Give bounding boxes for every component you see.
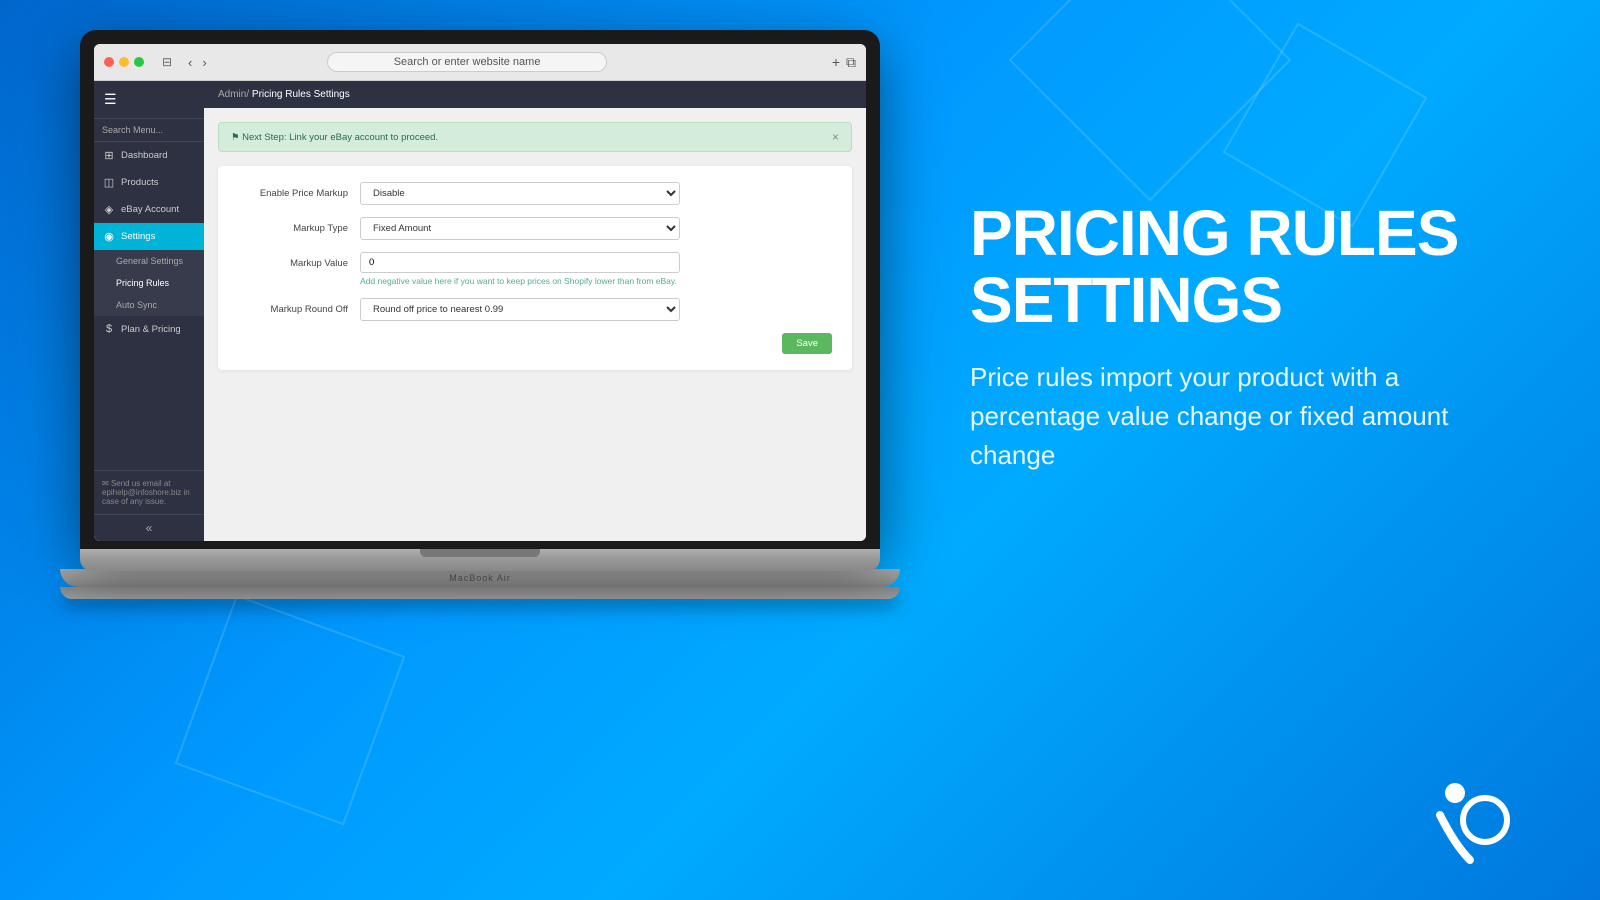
- browser-chrome: ⊟ ‹ › Search or enter website name + ⧉: [94, 44, 866, 81]
- sidebar-footer-text: ✉: [102, 479, 111, 488]
- sidebar-label-products: Products: [121, 177, 159, 188]
- sidebar-sub-pricing-rules[interactable]: Pricing Rules: [94, 272, 204, 294]
- content-area: ⚑ Next Step: Link your eBay account to p…: [204, 108, 866, 384]
- markup-round-off-select[interactable]: Round off price to nearest 0.99 No round…: [360, 298, 680, 321]
- nav-back-button[interactable]: ‹: [184, 53, 196, 72]
- new-tab-button[interactable]: +: [832, 54, 840, 71]
- markup-type-select[interactable]: Fixed Amount Percentage: [360, 217, 680, 240]
- save-button[interactable]: Save: [782, 333, 832, 354]
- promo-subtitle: Price rules import your product with a p…: [970, 358, 1520, 475]
- dashboard-icon: ⊞: [102, 149, 116, 162]
- browser-actions: + ⧉: [832, 54, 856, 71]
- sidebar-sub-auto-sync[interactable]: Auto Sync: [94, 294, 204, 316]
- sidebar-label-dashboard: Dashboard: [121, 150, 167, 161]
- company-logo: [1420, 765, 1520, 865]
- markup-value-row: Markup Value Add negative value here if …: [238, 252, 832, 286]
- products-icon: ◫: [102, 176, 116, 189]
- enable-price-markup-row: Enable Price Markup Disable Enable: [238, 182, 832, 205]
- alert-close-button[interactable]: ×: [832, 130, 839, 144]
- top-bar: Admin/ Pricing Rules Settings: [204, 81, 866, 108]
- promo-title-line2: SETTINGS: [970, 264, 1282, 336]
- main-content: Admin/ Pricing Rules Settings ⚑ Next Ste…: [204, 81, 866, 541]
- traffic-light-yellow[interactable]: [119, 57, 129, 67]
- sidebar-label-settings: Settings: [121, 231, 155, 242]
- enable-price-markup-label: Enable Price Markup: [238, 182, 348, 199]
- markup-value-control: Add negative value here if you want to k…: [360, 252, 680, 286]
- alert-banner: ⚑ Next Step: Link your eBay account to p…: [218, 122, 852, 152]
- breadcrumb: Admin/ Pricing Rules Settings: [218, 89, 350, 100]
- markup-type-label: Markup Type: [238, 217, 348, 234]
- markup-round-off-row: Markup Round Off Round off price to near…: [238, 298, 832, 321]
- settings-icon: ◉: [102, 230, 116, 243]
- screen-inner: ⊟ ‹ › Search or enter website name + ⧉: [94, 44, 866, 541]
- sidebar-sub-general-settings[interactable]: General Settings: [94, 250, 204, 272]
- nav-forward-button[interactable]: ›: [198, 53, 210, 72]
- screen-bezel: ⊟ ‹ › Search or enter website name + ⧉: [80, 30, 880, 549]
- sidebar-label-ebay: eBay Account: [121, 204, 179, 215]
- sidebar-collapse-button[interactable]: «: [94, 514, 204, 541]
- laptop-body: [80, 549, 880, 571]
- markup-type-control: Fixed Amount Percentage: [360, 217, 680, 240]
- form-actions: Save: [238, 333, 832, 354]
- enable-price-markup-select[interactable]: Disable Enable: [360, 182, 680, 205]
- auto-sync-label: Auto Sync: [116, 300, 157, 310]
- sidebar-label-plan: Plan & Pricing: [121, 324, 181, 335]
- sidebar-search-placeholder[interactable]: Search Menu...: [94, 119, 204, 142]
- hamburger-menu[interactable]: ☰: [94, 81, 204, 119]
- general-settings-label: General Settings: [116, 256, 183, 266]
- markup-value-label: Markup Value: [238, 252, 348, 269]
- nav-arrows: ‹ ›: [184, 53, 211, 72]
- ebay-icon: ◈: [102, 203, 116, 216]
- address-bar-text: Search or enter website name: [394, 56, 541, 68]
- sidebar-settings-section: General Settings Pricing Rules Auto Sync: [94, 250, 204, 316]
- pricing-rules-form-card: Enable Price Markup Disable Enable: [218, 166, 852, 370]
- sidebar-footer-message: Send us email at epihelp@infoshore.biz i…: [102, 479, 190, 506]
- collapse-icon: «: [146, 521, 153, 535]
- sidebar-toggle-icon[interactable]: ⊟: [158, 53, 176, 71]
- sidebar-item-settings[interactable]: ◉ Settings: [94, 223, 204, 250]
- sidebar-item-ebay-account[interactable]: ◈ eBay Account: [94, 196, 204, 223]
- breadcrumb-current: Pricing Rules Settings: [252, 89, 350, 100]
- laptop-stand: [60, 587, 900, 599]
- traffic-lights: [104, 57, 144, 67]
- alert-message: ⚑ Next Step: Link your eBay account to p…: [231, 132, 438, 143]
- sidebar-footer: ✉ Send us email at epihelp@infoshore.biz…: [94, 470, 204, 514]
- markup-type-row: Markup Type Fixed Amount Percentage: [238, 217, 832, 240]
- markup-value-input[interactable]: [360, 252, 680, 273]
- duplicate-tab-button[interactable]: ⧉: [846, 54, 856, 71]
- promo-title: PRICING RULES SETTINGS: [970, 200, 1520, 334]
- macbook-frame: ⊟ ‹ › Search or enter website name + ⧉: [80, 30, 880, 571]
- sidebar-item-plan-pricing[interactable]: $ Plan & Pricing: [94, 316, 204, 342]
- breadcrumb-admin: Admin/: [218, 89, 249, 100]
- sidebar-item-dashboard[interactable]: ⊞ Dashboard: [94, 142, 204, 169]
- promo-title-line1: PRICING RULES: [970, 197, 1458, 269]
- laptop-hinge: [420, 549, 540, 557]
- laptop-base: MacBook Air: [60, 569, 900, 587]
- traffic-light-red[interactable]: [104, 57, 114, 67]
- address-bar[interactable]: Search or enter website name: [327, 52, 607, 72]
- laptop-model-label: MacBook Air: [449, 573, 511, 583]
- laptop-wrapper: ⊟ ‹ › Search or enter website name + ⧉: [30, 30, 930, 870]
- enable-price-markup-control: Disable Enable: [360, 182, 680, 205]
- geo-shape-1: [1009, 0, 1292, 201]
- sidebar: ☰ Search Menu... ⊞ Dashboard ◫ Products …: [94, 81, 204, 541]
- pricing-rules-label: Pricing Rules: [116, 278, 169, 288]
- logo-area: [1420, 765, 1520, 870]
- sidebar-item-products[interactable]: ◫ Products: [94, 169, 204, 196]
- markup-round-off-control: Round off price to nearest 0.99 No round…: [360, 298, 680, 321]
- markup-value-hint: Add negative value here if you want to k…: [360, 276, 680, 286]
- plan-icon: $: [102, 323, 116, 335]
- promo-text-area: PRICING RULES SETTINGS Price rules impor…: [970, 200, 1520, 475]
- traffic-light-green[interactable]: [134, 57, 144, 67]
- markup-round-off-label: Markup Round Off: [238, 298, 348, 315]
- app-container: ☰ Search Menu... ⊞ Dashboard ◫ Products …: [94, 81, 866, 541]
